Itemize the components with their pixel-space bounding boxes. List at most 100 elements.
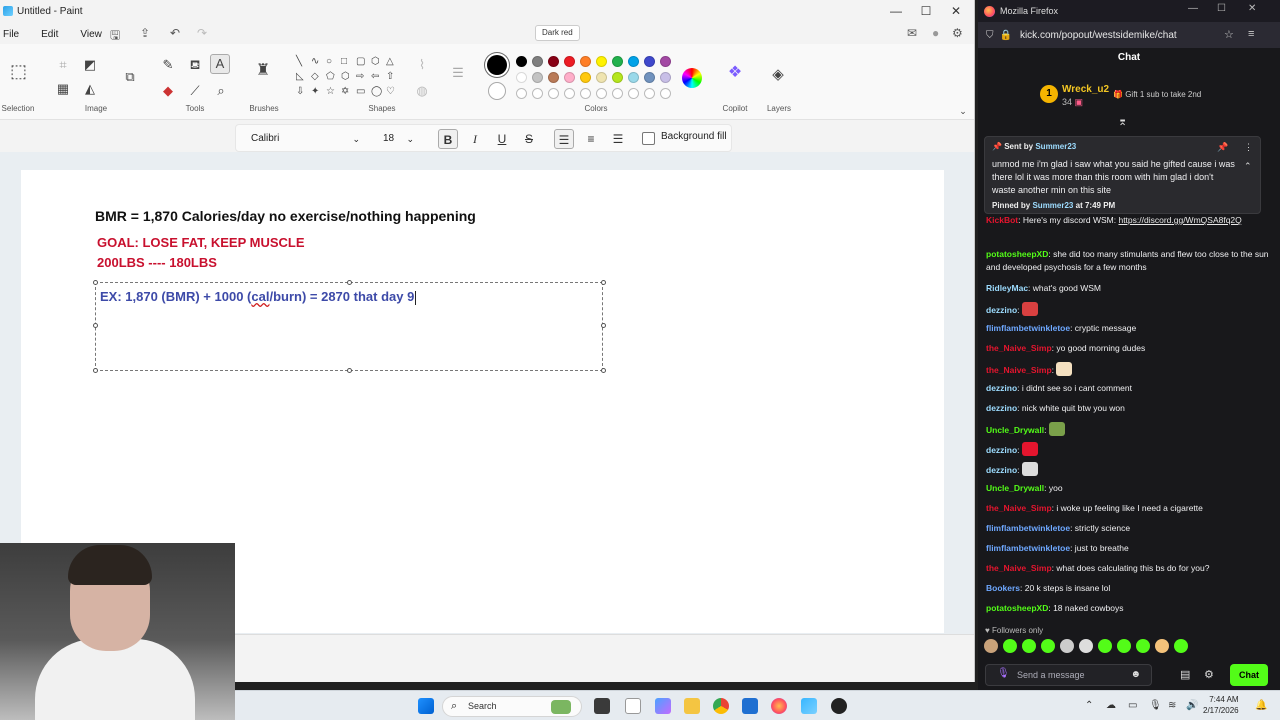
right-triangle-shape-icon[interactable]: ◺ — [296, 71, 304, 82]
color-swatch[interactable] — [596, 56, 607, 67]
flip-icon[interactable]: ◭ — [82, 82, 98, 96]
windows-start-icon[interactable] — [418, 698, 434, 714]
diamond-shape-icon[interactable]: ◇ — [311, 71, 319, 82]
ribbon-collapse-icon[interactable]: ⌄ — [955, 104, 971, 118]
color-swatch[interactable] — [644, 56, 655, 67]
color-swatch[interactable] — [532, 56, 543, 67]
sent-by-user[interactable]: Summer23 — [1035, 142, 1076, 151]
microphone-icon[interactable]: 🎙 — [1149, 700, 1162, 711]
custom-color-slot[interactable] — [564, 88, 575, 99]
custom-color-slot[interactable] — [548, 88, 559, 99]
color-swatch[interactable] — [548, 56, 559, 67]
resize-handle[interactable] — [601, 323, 606, 328]
tray-chevron-up-icon[interactable]: ⌃ — [1085, 700, 1093, 711]
display-icon[interactable]: ▭ — [1128, 700, 1137, 711]
color-swatch[interactable] — [612, 56, 623, 67]
chat-username[interactable]: the_Naive_Simp — [986, 563, 1052, 573]
chat-message-link[interactable]: https://discord.gg/WmQSA8fq2Q — [1118, 215, 1241, 225]
callout-rect-shape-icon[interactable]: ▭ — [356, 86, 365, 97]
more-icon[interactable]: ⋮ — [1244, 142, 1253, 153]
text-tool-icon[interactable]: A — [210, 54, 230, 74]
chevron-up-icon[interactable]: ⌃ — [1244, 161, 1252, 172]
align-right-icon[interactable]: ☰ — [608, 129, 628, 149]
custom-color-slot[interactable] — [612, 88, 623, 99]
custom-color-slot[interactable] — [660, 88, 671, 99]
chat-username[interactable]: RidleyMac — [986, 283, 1028, 293]
copilot-icon[interactable]: ❖ — [727, 65, 743, 81]
task-view-icon[interactable] — [594, 698, 610, 714]
emoji-icon[interactable]: ☻ — [1130, 669, 1141, 680]
cloud-icon[interactable]: ☁ — [1106, 700, 1116, 711]
obs-icon[interactable] — [831, 698, 847, 714]
copilot-icon[interactable] — [655, 698, 671, 714]
undo-icon[interactable]: ↶ — [170, 26, 180, 40]
menu-file[interactable]: File — [0, 29, 28, 40]
maximize-icon[interactable]: ☐ — [1217, 3, 1226, 14]
star6-shape-icon[interactable]: ✡ — [341, 86, 349, 97]
color-swatch[interactable] — [612, 72, 623, 83]
chat-username[interactable]: dezzino — [986, 403, 1017, 413]
lock-icon[interactable]: 🔒 — [1000, 30, 1012, 41]
resize-handle[interactable] — [347, 368, 352, 373]
chat-username[interactable]: dezzino — [986, 465, 1017, 475]
chat-username[interactable]: the_Naive_Simp — [986, 365, 1052, 375]
quick-emote-icon[interactable] — [984, 639, 998, 653]
pin-icon[interactable]: 📌 — [1217, 142, 1228, 153]
line-shape-icon[interactable]: ╲ — [296, 56, 302, 67]
quick-emote-icon[interactable] — [1174, 639, 1188, 653]
hamburger-menu-icon[interactable]: ≡ — [1248, 28, 1254, 40]
align-center-icon[interactable]: ≡ — [581, 129, 601, 149]
star5-shape-icon[interactable]: ☆ — [326, 86, 335, 97]
bold-icon[interactable]: B — [438, 129, 458, 149]
color-swatch[interactable] — [644, 72, 655, 83]
color-swatch[interactable] — [628, 56, 639, 67]
pentagon-shape-icon[interactable]: ⬠ — [326, 71, 335, 82]
strikethrough-icon[interactable]: S — [519, 129, 539, 149]
menu-view[interactable]: View — [77, 29, 111, 40]
eraser-icon[interactable]: ◆ — [160, 84, 176, 98]
arrow-left-shape-icon[interactable]: ⇦ — [371, 71, 379, 82]
settings-icon[interactable]: ⚙ — [952, 26, 963, 40]
resize-handle[interactable] — [93, 368, 98, 373]
comment-icon[interactable]: ✉ — [907, 26, 917, 40]
callout-oval-shape-icon[interactable]: ◯ — [371, 86, 382, 97]
color-picker-icon[interactable]: ⟋ — [187, 84, 203, 98]
rounded-rect-shape-icon[interactable]: ▢ — [356, 56, 365, 67]
chat-username[interactable]: the_Naive_Simp — [986, 503, 1052, 513]
bookmark-star-icon[interactable]: ☆ — [1224, 28, 1234, 41]
color-swatch[interactable] — [564, 72, 575, 83]
image-rotate-icon[interactable]: ⧉ — [122, 70, 138, 84]
hexagon-shape-icon[interactable]: ⬡ — [341, 71, 350, 82]
arrow-right-shape-icon[interactable]: ⇨ — [356, 71, 364, 82]
brush-icon[interactable]: ♜ — [255, 63, 271, 79]
leaderboard-user[interactable]: Wreck_u2 — [1062, 84, 1109, 95]
quick-emote-icon[interactable] — [1136, 639, 1150, 653]
chat-username[interactable]: Uncle_Drywall — [986, 483, 1044, 493]
gear-icon[interactable]: ⚙ — [1204, 668, 1214, 681]
resize-handle[interactable] — [93, 323, 98, 328]
curve-shape-icon[interactable]: ∿ — [311, 56, 319, 67]
size-icon[interactable]: ☰ — [450, 66, 466, 80]
paint-taskbar-icon[interactable] — [801, 698, 817, 714]
chat-username[interactable]: flimflambetwinkletoe — [986, 543, 1070, 553]
firefox-taskbar-icon[interactable] — [771, 698, 787, 714]
chat-username[interactable]: flimflambetwinkletoe — [986, 523, 1070, 533]
chat-input[interactable]: 🎙 Send a message ☻ — [985, 664, 1152, 686]
pencil-icon[interactable]: ✎ — [160, 58, 176, 72]
quick-emote-icon[interactable] — [1098, 639, 1112, 653]
background-fill-checkbox[interactable] — [642, 132, 655, 145]
color-swatch[interactable] — [580, 56, 591, 67]
quick-emote-icon[interactable] — [1155, 639, 1169, 653]
align-left-icon[interactable]: ☰ — [554, 129, 574, 149]
chrome-icon[interactable] — [713, 698, 729, 714]
pin-toggle-icon[interactable]: ⌆ — [1118, 115, 1127, 128]
quick-emote-icon[interactable] — [1079, 639, 1093, 653]
oval-shape-icon[interactable]: ○ — [326, 56, 332, 67]
color-swatch[interactable] — [548, 72, 559, 83]
close-icon[interactable]: ✕ — [1248, 3, 1256, 14]
chat-username[interactable]: Bookers — [986, 583, 1020, 593]
chat-username[interactable]: flimflambetwinkletoe — [986, 323, 1070, 333]
color-swatch[interactable] — [596, 72, 607, 83]
color-swatch[interactable] — [660, 72, 671, 83]
color-swatch[interactable] — [660, 56, 671, 67]
